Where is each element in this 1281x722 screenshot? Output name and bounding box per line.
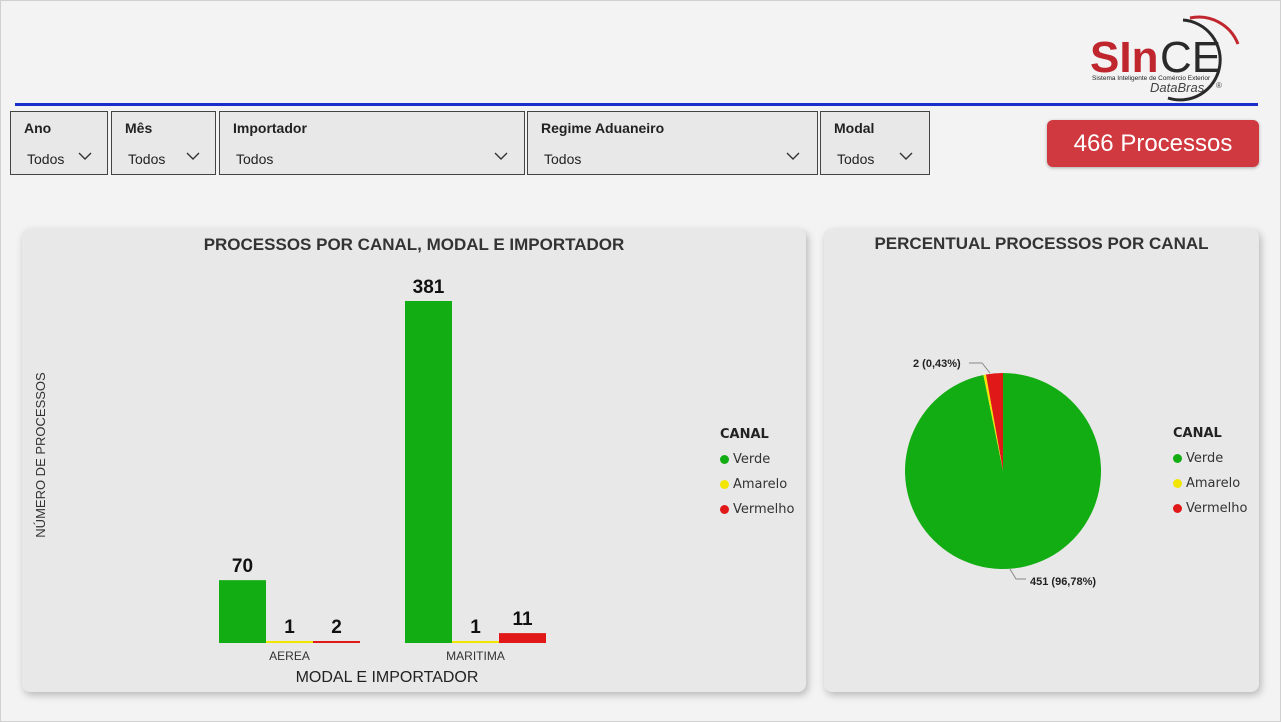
since-logo: SIn CE Sistema Inteligente de Comércio E… <box>1088 14 1253 106</box>
legend-item-vermelho: Vermelho <box>720 497 794 522</box>
legend-dot-vermelho <box>720 505 729 514</box>
bar-data-label: 2 <box>331 617 342 638</box>
legend-item-verde: Verde <box>720 447 794 472</box>
pie-data-label: 2 (0,43%) <box>913 358 961 370</box>
legend-dot-amarelo <box>720 480 729 489</box>
bar-maritima-vermelho[interactable] <box>499 633 546 643</box>
filter-ano-value: Todos <box>27 151 65 167</box>
filter-mes[interactable]: Mês Todos <box>111 111 216 175</box>
bar-maritima-amarelo[interactable] <box>452 641 499 643</box>
pie-chart-legend: CANAL Verde Amarelo Vermelho <box>1173 426 1247 521</box>
bar-chart-panel: PROCESSOS POR CANAL, MODAL E IMPORTADOR … <box>22 229 806 692</box>
chevron-down-icon[interactable] <box>185 148 201 164</box>
legend-title: CANAL <box>720 427 769 442</box>
legend-title: CANAL <box>1173 426 1222 441</box>
filter-regime-aduaneiro[interactable]: Regime Aduaneiro Todos <box>527 111 818 175</box>
pie-slice-verde[interactable] <box>905 373 1101 569</box>
filter-modal-label: Modal <box>834 120 875 136</box>
process-count-button[interactable]: 466 Processos <box>1047 120 1259 167</box>
chevron-down-icon[interactable] <box>493 148 509 164</box>
bar-data-label: 1 <box>284 617 295 638</box>
pie-leader-line <box>969 362 991 374</box>
filter-importador-value: Todos <box>236 151 274 167</box>
x-axis-label: MODAL E IMPORTADOR <box>296 669 479 686</box>
bar-chart: NÚMERO DE PROCESSOS MODAL E IMPORTADOR 7… <box>33 277 546 686</box>
bar-data-label: 70 <box>232 556 253 577</box>
logo-brand: DataBras <box>1150 80 1205 95</box>
bar-data-label: 11 <box>512 609 533 630</box>
bar-data-label: 381 <box>413 277 445 298</box>
legend-item-vermelho: Vermelho <box>1173 496 1247 521</box>
bar-data-label: 1 <box>470 617 481 638</box>
filter-ano[interactable]: Ano Todos <box>10 111 108 175</box>
bar-maritima-verde[interactable] <box>405 301 452 643</box>
filter-ano-label: Ano <box>24 120 52 136</box>
bar-aerea-amarelo[interactable] <box>266 641 313 643</box>
pie-chart-panel: PERCENTUAL PROCESSOS POR CANAL 2 (0,43%)… <box>824 229 1259 692</box>
bar-aerea-vermelho[interactable] <box>313 641 360 643</box>
chevron-down-icon[interactable] <box>77 148 93 164</box>
legend-item-verde: Verde <box>1173 446 1247 471</box>
filter-importador-label: Importador <box>233 120 307 136</box>
bar-aerea-verde[interactable] <box>219 580 266 643</box>
legend-dot-amarelo <box>1173 479 1182 488</box>
header-divider <box>15 103 1258 106</box>
legend-item-amarelo: Amarelo <box>1173 471 1247 496</box>
pie-leader-line <box>1009 568 1026 580</box>
filter-importador[interactable]: Importador Todos <box>219 111 525 175</box>
y-axis-label: NÚMERO DE PROCESSOS <box>33 372 48 538</box>
legend-dot-vermelho <box>1173 504 1182 513</box>
x-tick-label: AEREA <box>269 649 310 663</box>
bar-chart-legend: CANAL Verde Amarelo Vermelho <box>720 427 794 522</box>
chevron-down-icon[interactable] <box>785 148 801 164</box>
filter-modal-value: Todos <box>837 151 875 167</box>
x-tick-label: MARITIMA <box>446 649 505 663</box>
chevron-down-icon[interactable] <box>898 148 914 164</box>
legend-dot-verde <box>720 455 729 464</box>
legend-item-amarelo: Amarelo <box>720 472 794 497</box>
filter-modal[interactable]: Modal Todos <box>820 111 930 175</box>
legend-dot-verde <box>1173 454 1182 463</box>
filter-regime-value: Todos <box>544 151 582 167</box>
pie-data-label: 451 (96,78%) <box>1030 576 1096 588</box>
logo-registered: ® <box>1216 81 1222 90</box>
filter-regime-label: Regime Aduaneiro <box>541 120 665 136</box>
filter-mes-label: Mês <box>125 120 153 136</box>
filter-mes-value: Todos <box>128 151 166 167</box>
